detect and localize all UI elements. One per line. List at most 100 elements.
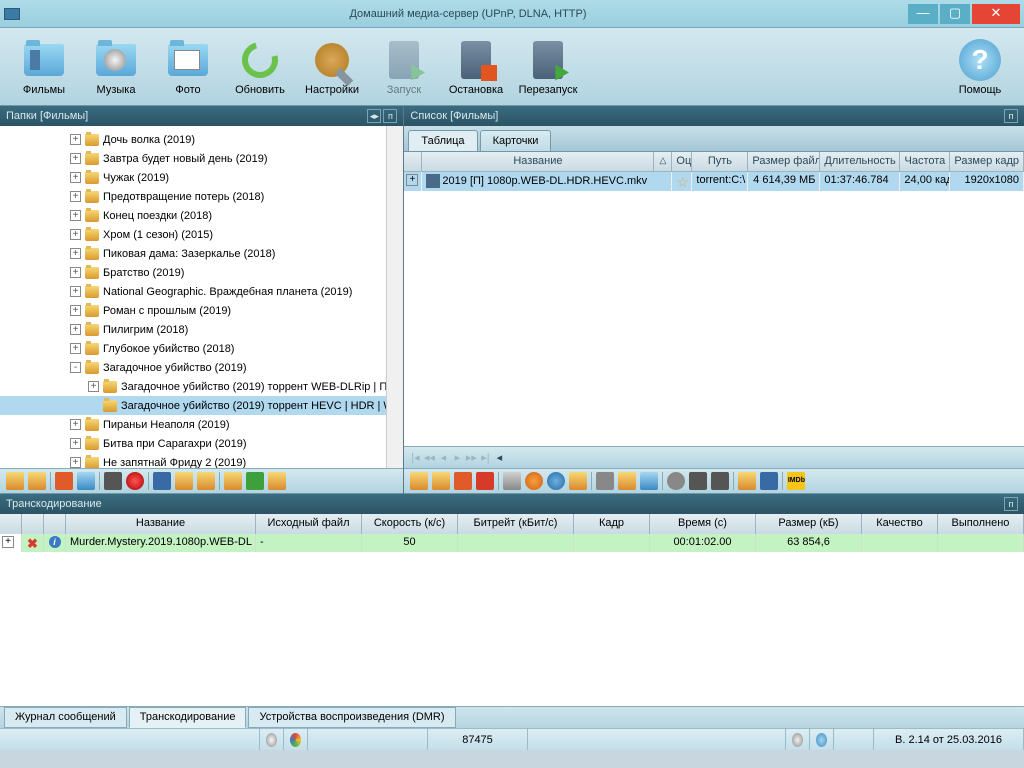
r-add-icon[interactable] — [410, 472, 428, 490]
tcol-time[interactable]: Время (с) — [650, 514, 756, 534]
nav-refresh-icon[interactable]: ◂ — [492, 451, 506, 464]
new-folder-icon[interactable] — [6, 472, 24, 490]
row-expander-icon[interactable]: + — [406, 174, 418, 186]
r-save-icon[interactable] — [760, 472, 778, 490]
tree-item[interactable]: +Глубокое убийство (2018) — [0, 339, 403, 358]
tree-expander-icon[interactable]: + — [88, 381, 99, 392]
save-icon[interactable] — [153, 472, 171, 490]
films-button[interactable]: Фильмы — [8, 38, 80, 96]
star-icon[interactable]: ☆ — [676, 174, 689, 190]
r-folder-icon[interactable] — [432, 472, 450, 490]
tree-expander-icon[interactable]: + — [70, 153, 81, 164]
tree-scrollbar[interactable] — [386, 126, 403, 468]
r-star-icon[interactable] — [569, 472, 587, 490]
sb-grey-icon[interactable] — [792, 733, 803, 747]
restart-button[interactable]: Перезапуск — [512, 38, 584, 96]
sb-disc-icon[interactable] — [266, 733, 277, 747]
tree-item[interactable]: +Конец поездки (2018) — [0, 206, 403, 225]
pane-nav-prev[interactable]: ◂▸ — [367, 109, 381, 123]
pane-pin-icon[interactable]: п — [383, 109, 397, 123]
tcol-quality[interactable]: Качество — [862, 514, 938, 534]
tree-item[interactable]: +Братство (2019) — [0, 263, 403, 282]
tree-expander-icon[interactable]: + — [70, 134, 81, 145]
col-sort-icon[interactable]: △ — [654, 152, 672, 171]
tab-table[interactable]: Таблица — [408, 130, 477, 151]
tree-item[interactable]: +Пираньи Неаполя (2019) — [0, 415, 403, 434]
r-x-icon[interactable] — [476, 472, 494, 490]
settings-button[interactable]: Настройки — [296, 38, 368, 96]
tab-dmr[interactable]: Устройства воспроизведения (DMR) — [248, 707, 455, 728]
open-folder-icon[interactable] — [28, 472, 46, 490]
tree-expander-icon[interactable]: + — [70, 343, 81, 354]
grid-body[interactable]: + 2019 [П] 1080p.WEB-DL.HDR.HEVC.mkv ☆ t… — [404, 172, 1024, 446]
grid-row[interactable]: + 2019 [П] 1080p.WEB-DL.HDR.HEVC.mkv ☆ t… — [404, 172, 1024, 191]
tree-expander-icon[interactable]: + — [70, 324, 81, 335]
stop-button[interactable]: Остановка — [440, 38, 512, 96]
photo-button[interactable]: Фото — [152, 38, 224, 96]
tree-expander-icon[interactable]: + — [70, 419, 81, 430]
col-rating[interactable]: Оц — [672, 152, 692, 171]
r-tools-icon[interactable] — [596, 472, 614, 490]
nav-first-icon[interactable]: |◂ — [408, 451, 422, 464]
delete-icon[interactable] — [55, 472, 73, 490]
tree-expander-icon[interactable]: + — [70, 229, 81, 240]
col-name[interactable]: Название — [422, 152, 654, 171]
r-folder2-icon[interactable] — [618, 472, 636, 490]
tree-expander-icon[interactable]: + — [70, 438, 81, 449]
r-device-icon[interactable] — [689, 472, 707, 490]
refresh-button[interactable]: Обновить — [224, 38, 296, 96]
tree-expander-icon[interactable]: + — [70, 286, 81, 297]
tree-expander-icon[interactable]: + — [70, 457, 81, 468]
tree-item[interactable]: +Хром (1 сезон) (2015) — [0, 225, 403, 244]
nav-back-icon[interactable]: ◂ — [436, 451, 450, 464]
tree-expander-icon[interactable]: + — [70, 305, 81, 316]
tab-transcoding[interactable]: Транскодирование — [129, 707, 247, 728]
imdb-icon[interactable]: IMDb — [787, 472, 805, 490]
tcol-source[interactable]: Исходный файл — [256, 514, 362, 534]
col-duration[interactable]: Длительность — [820, 152, 900, 171]
r-gear-icon[interactable] — [503, 472, 521, 490]
nav-fwd-icon[interactable]: ▸ — [450, 451, 464, 464]
r-action-icon[interactable] — [738, 472, 756, 490]
col-path[interactable]: Путь — [692, 152, 748, 171]
tree-item[interactable]: +Предотвращение потерь (2018) — [0, 187, 403, 206]
transcoding-row[interactable]: + ✖ i Murder.Mystery.2019.1080p.WEB-DL -… — [0, 534, 1024, 552]
sb-globe-icon[interactable] — [816, 733, 827, 747]
tree-expander-icon[interactable]: + — [70, 248, 81, 259]
tree-item[interactable]: +Чужак (2019) — [0, 168, 403, 187]
green-action-icon[interactable] — [246, 472, 264, 490]
folder-tree[interactable]: +Дочь волка (2019)+Завтра будет новый де… — [0, 126, 403, 468]
tcol-done[interactable]: Выполнено — [938, 514, 1024, 534]
tcol-bitrate[interactable]: Битрейт (кБит/с) — [458, 514, 574, 534]
tree-item[interactable]: -Загадочное убийство (2019) — [0, 358, 403, 377]
tree-expander-icon[interactable]: + — [70, 267, 81, 278]
tree-item[interactable]: +Дочь волка (2019) — [0, 130, 403, 149]
close-button[interactable]: ✕ — [972, 4, 1020, 24]
sb-palette-icon[interactable] — [290, 733, 301, 747]
nav-fastfwd-icon[interactable]: ▸▸ — [464, 451, 478, 464]
r-delete-icon[interactable] — [454, 472, 472, 490]
trow-expander-icon[interactable]: + — [2, 536, 14, 548]
folder-action4-icon[interactable] — [268, 472, 286, 490]
maximize-button[interactable]: ▢ — [940, 4, 970, 24]
list-pane-pin-icon[interactable]: п — [1004, 109, 1018, 123]
col-framesize[interactable]: Размер кадр — [950, 152, 1024, 171]
col-filesize[interactable]: Размер файл — [748, 152, 820, 171]
tab-log[interactable]: Журнал сообщений — [4, 707, 127, 728]
trow-cancel-icon[interactable]: ✖ — [27, 536, 38, 551]
tree-expander-icon[interactable]: + — [70, 191, 81, 202]
tree-item[interactable]: +Пилигрим (2018) — [0, 320, 403, 339]
tree-item[interactable]: Загадочное убийство (2019) торрент HEVC … — [0, 396, 403, 415]
nav-last-icon[interactable]: ▸| — [478, 451, 492, 464]
r-globe-icon[interactable] — [640, 472, 658, 490]
tree-expander-icon[interactable]: - — [70, 362, 81, 373]
tree-item[interactable]: +Пиковая дама: Зазеркалье (2018) — [0, 244, 403, 263]
trans-pin-icon[interactable]: п — [1004, 497, 1018, 511]
tree-item[interactable]: +Не запятнай Фриду 2 (2019) — [0, 453, 403, 468]
tree-item[interactable]: +National Geographic. Враждебная планета… — [0, 282, 403, 301]
tcol-speed[interactable]: Скорость (к/с) — [362, 514, 458, 534]
start-button[interactable]: Запуск — [368, 38, 440, 96]
r-info-icon[interactable] — [547, 472, 565, 490]
r-orange-icon[interactable] — [525, 472, 543, 490]
folder-action-icon[interactable] — [175, 472, 193, 490]
